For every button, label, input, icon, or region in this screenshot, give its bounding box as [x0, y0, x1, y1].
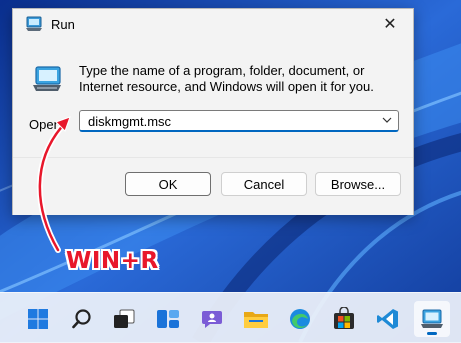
teams-chat-icon: [202, 311, 222, 328]
dialog-description: Type the name of a program, folder, docu…: [79, 63, 374, 94]
taskbar-widgets[interactable]: [150, 301, 186, 337]
title-bar[interactable]: Run ✕: [13, 9, 413, 39]
taskbar-search[interactable]: [64, 301, 100, 337]
button-bar: OK Cancel Browse...: [13, 157, 413, 215]
task-view-icon: [114, 309, 135, 328]
open-label: Open:: [29, 117, 65, 132]
browse-button[interactable]: Browse...: [315, 172, 401, 196]
taskbar-file-explorer[interactable]: [238, 301, 274, 337]
close-button[interactable]: ✕: [367, 9, 413, 39]
taskbar-edge[interactable]: [282, 301, 318, 337]
taskbar-task-view[interactable]: [106, 301, 142, 337]
taskbar-start[interactable]: [20, 301, 56, 337]
active-indicator: [427, 332, 437, 335]
widgets-icon: [157, 310, 179, 328]
hotkey-annotation: WIN+R: [66, 248, 159, 274]
cancel-button[interactable]: Cancel: [221, 172, 307, 196]
chevron-down-icon[interactable]: [382, 115, 392, 125]
vscode-icon: [377, 309, 398, 329]
search-icon: [72, 309, 91, 329]
taskbar: [0, 292, 461, 343]
taskbar-store[interactable]: [326, 301, 362, 337]
run-large-icon: [33, 66, 61, 91]
dialog-title: Run: [51, 17, 75, 32]
close-icon: ✕: [383, 16, 397, 33]
windows-start-icon: [28, 309, 48, 329]
ok-button[interactable]: OK: [125, 172, 211, 196]
open-input[interactable]: diskmgmt.msc: [88, 114, 171, 129]
run-app-icon: [26, 16, 42, 31]
run-icon: [421, 309, 443, 328]
desktop: Run ✕ Type the name of a program, folder…: [0, 0, 461, 343]
taskbar-run-active[interactable]: [414, 301, 450, 337]
run-dialog: Run ✕ Type the name of a program, folder…: [12, 8, 414, 215]
taskbar-chat[interactable]: [194, 301, 230, 337]
taskbar-vscode[interactable]: [370, 301, 406, 337]
open-combobox[interactable]: diskmgmt.msc: [79, 110, 399, 132]
microsoft-store-icon: [334, 307, 354, 329]
edge-icon: [290, 309, 310, 329]
file-explorer-icon: [244, 312, 268, 328]
